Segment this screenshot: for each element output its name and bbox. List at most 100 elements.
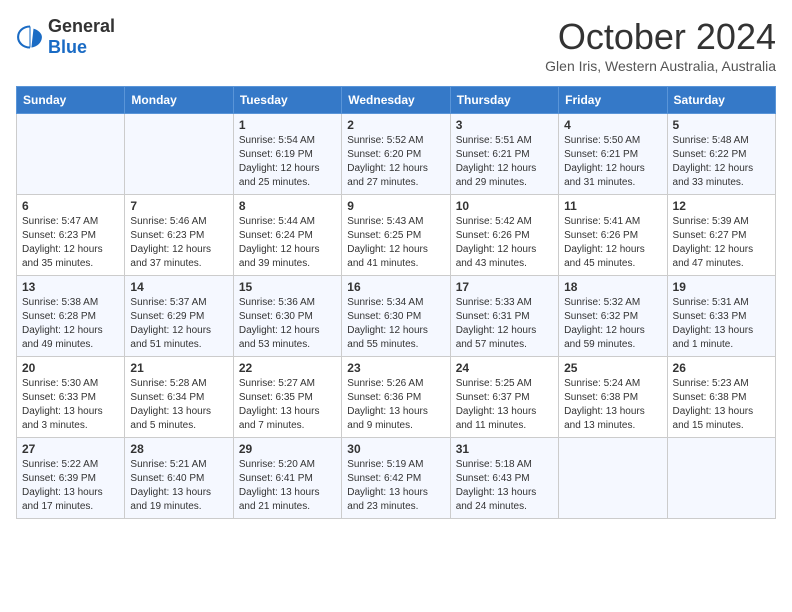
calendar-week-4: 20 Sunrise: 5:30 AMSunset: 6:33 PMDayligh… [17, 357, 776, 438]
day-number: 29 [239, 442, 336, 456]
weekday-header-saturday: Saturday [667, 87, 775, 114]
calendar-cell: 26 Sunrise: 5:23 AMSunset: 6:38 PMDayligh… [667, 357, 775, 438]
day-info: Sunrise: 5:31 AMSunset: 6:33 PMDaylight:… [673, 296, 770, 352]
day-info: Sunrise: 5:47 AMSunset: 6:23 PMDaylight:… [22, 215, 119, 271]
calendar-body: 1Sunrise: 5:54 AMSunset: 6:19 PMDaylight… [17, 114, 776, 519]
calendar-cell: 13Sunrise: 5:38 AMSunset: 6:28 PMDayligh… [17, 276, 125, 357]
day-number: 8 [239, 199, 336, 213]
calendar-cell [559, 438, 667, 519]
calendar-cell [125, 114, 233, 195]
calendar-cell: 9 Sunrise: 5:43 AMSunset: 6:25 PMDaylight… [342, 195, 450, 276]
day-number: 26 [673, 361, 770, 375]
weekday-header-thursday: Thursday [450, 87, 558, 114]
day-info: Sunrise: 5:42 AMSunset: 6:26 PMDaylight:… [456, 215, 553, 271]
day-info: Sunrise: 5:28 AMSunset: 6:34 PMDaylight:… [130, 377, 227, 433]
day-info: Sunrise: 5:36 AMSunset: 6:30 PMDaylight:… [239, 296, 336, 352]
calendar-cell: 7 Sunrise: 5:46 AMSunset: 6:23 PMDaylight… [125, 195, 233, 276]
day-info: Sunrise: 5:39 AMSunset: 6:27 PMDaylight:… [673, 215, 770, 271]
day-info: Sunrise: 5:50 AMSunset: 6:21 PMDaylight:… [564, 134, 661, 190]
calendar-cell: 11Sunrise: 5:41 AMSunset: 6:26 PMDayligh… [559, 195, 667, 276]
calendar-cell: 16Sunrise: 5:34 AMSunset: 6:30 PMDayligh… [342, 276, 450, 357]
day-number: 5 [673, 118, 770, 132]
calendar-cell [17, 114, 125, 195]
day-number: 24 [456, 361, 553, 375]
calendar-cell: 18Sunrise: 5:32 AMSunset: 6:32 PMDayligh… [559, 276, 667, 357]
day-number: 11 [564, 199, 661, 213]
title-area: October 2024 Glen Iris, Western Australi… [545, 16, 776, 74]
weekday-header-wednesday: Wednesday [342, 87, 450, 114]
calendar-cell: 27Sunrise: 5:22 AMSunset: 6:39 PMDayligh… [17, 438, 125, 519]
day-info: Sunrise: 5:21 AMSunset: 6:40 PMDaylight:… [130, 458, 227, 514]
calendar-cell: 22 Sunrise: 5:27 AMSunset: 6:35 PMDayligh… [233, 357, 341, 438]
day-number: 12 [673, 199, 770, 213]
day-number: 23 [347, 361, 444, 375]
calendar-cell: 12 Sunrise: 5:39 AMSunset: 6:27 PMDayligh… [667, 195, 775, 276]
calendar-cell: 3 Sunrise: 5:51 AMSunset: 6:21 PMDaylight… [450, 114, 558, 195]
calendar-cell: 19 Sunrise: 5:31 AMSunset: 6:33 PMDayligh… [667, 276, 775, 357]
weekday-header-sunday: Sunday [17, 87, 125, 114]
calendar-cell: 23 Sunrise: 5:26 AMSunset: 6:36 PMDayligh… [342, 357, 450, 438]
calendar-cell: 17 Sunrise: 5:33 AMSunset: 6:31 PMDayligh… [450, 276, 558, 357]
day-number: 25 [564, 361, 661, 375]
location: Glen Iris, Western Australia, Australia [545, 58, 776, 74]
day-info: Sunrise: 5:44 AMSunset: 6:24 PMDaylight:… [239, 215, 336, 271]
day-number: 4 [564, 118, 661, 132]
day-info: Sunrise: 5:51 AMSunset: 6:21 PMDaylight:… [456, 134, 553, 190]
calendar-cell: 28Sunrise: 5:21 AMSunset: 6:40 PMDayligh… [125, 438, 233, 519]
calendar-week-2: 6 Sunrise: 5:47 AMSunset: 6:23 PMDaylight… [17, 195, 776, 276]
weekday-header-tuesday: Tuesday [233, 87, 341, 114]
day-info: Sunrise: 5:48 AMSunset: 6:22 PMDaylight:… [673, 134, 770, 190]
day-number: 9 [347, 199, 444, 213]
page-header: General Blue October 2024 Glen Iris, Wes… [16, 16, 776, 74]
day-info: Sunrise: 5:18 AMSunset: 6:43 PMDaylight:… [456, 458, 553, 514]
day-number: 6 [22, 199, 119, 213]
day-number: 14 [130, 280, 227, 294]
calendar-table: SundayMondayTuesdayWednesdayThursdayFrid… [16, 86, 776, 519]
day-info: Sunrise: 5:23 AMSunset: 6:38 PMDaylight:… [673, 377, 770, 433]
day-info: Sunrise: 5:52 AMSunset: 6:20 PMDaylight:… [347, 134, 444, 190]
calendar-cell: 15Sunrise: 5:36 AMSunset: 6:30 PMDayligh… [233, 276, 341, 357]
logo-general: General [48, 16, 115, 36]
day-number: 17 [456, 280, 553, 294]
calendar-week-1: 1Sunrise: 5:54 AMSunset: 6:19 PMDaylight… [17, 114, 776, 195]
calendar-cell: 14Sunrise: 5:37 AMSunset: 6:29 PMDayligh… [125, 276, 233, 357]
logo-blue: Blue [48, 37, 87, 57]
logo: General Blue [16, 16, 115, 58]
day-number: 20 [22, 361, 119, 375]
day-info: Sunrise: 5:43 AMSunset: 6:25 PMDaylight:… [347, 215, 444, 271]
day-number: 21 [130, 361, 227, 375]
calendar-cell: 8 Sunrise: 5:44 AMSunset: 6:24 PMDaylight… [233, 195, 341, 276]
day-number: 18 [564, 280, 661, 294]
calendar-cell: 6 Sunrise: 5:47 AMSunset: 6:23 PMDaylight… [17, 195, 125, 276]
calendar-cell: 4 Sunrise: 5:50 AMSunset: 6:21 PMDaylight… [559, 114, 667, 195]
calendar-cell [667, 438, 775, 519]
calendar-week-5: 27Sunrise: 5:22 AMSunset: 6:39 PMDayligh… [17, 438, 776, 519]
day-info: Sunrise: 5:25 AMSunset: 6:37 PMDaylight:… [456, 377, 553, 433]
day-info: Sunrise: 5:26 AMSunset: 6:36 PMDaylight:… [347, 377, 444, 433]
calendar-cell: 10 Sunrise: 5:42 AMSunset: 6:26 PMDayligh… [450, 195, 558, 276]
calendar-cell: 2 Sunrise: 5:52 AMSunset: 6:20 PMDaylight… [342, 114, 450, 195]
day-number: 7 [130, 199, 227, 213]
calendar-cell: 24 Sunrise: 5:25 AMSunset: 6:37 PMDayligh… [450, 357, 558, 438]
day-number: 19 [673, 280, 770, 294]
weekday-header-friday: Friday [559, 87, 667, 114]
day-info: Sunrise: 5:22 AMSunset: 6:39 PMDaylight:… [22, 458, 119, 514]
day-number: 16 [347, 280, 444, 294]
day-number: 2 [347, 118, 444, 132]
day-number: 30 [347, 442, 444, 456]
day-info: Sunrise: 5:33 AMSunset: 6:31 PMDaylight:… [456, 296, 553, 352]
weekday-header-monday: Monday [125, 87, 233, 114]
calendar-cell: 29 Sunrise: 5:20 AMSunset: 6:41 PMDayligh… [233, 438, 341, 519]
weekday-header-row: SundayMondayTuesdayWednesdayThursdayFrid… [17, 87, 776, 114]
day-number: 13 [22, 280, 119, 294]
day-number: 10 [456, 199, 553, 213]
day-info: Sunrise: 5:27 AMSunset: 6:35 PMDaylight:… [239, 377, 336, 433]
day-number: 3 [456, 118, 553, 132]
day-info: Sunrise: 5:30 AMSunset: 6:33 PMDaylight:… [22, 377, 119, 433]
day-info: Sunrise: 5:46 AMSunset: 6:23 PMDaylight:… [130, 215, 227, 271]
day-number: 22 [239, 361, 336, 375]
logo-icon [16, 23, 44, 51]
day-info: Sunrise: 5:20 AMSunset: 6:41 PMDaylight:… [239, 458, 336, 514]
calendar-cell: 31Sunrise: 5:18 AMSunset: 6:43 PMDayligh… [450, 438, 558, 519]
calendar-cell: 25Sunrise: 5:24 AMSunset: 6:38 PMDayligh… [559, 357, 667, 438]
